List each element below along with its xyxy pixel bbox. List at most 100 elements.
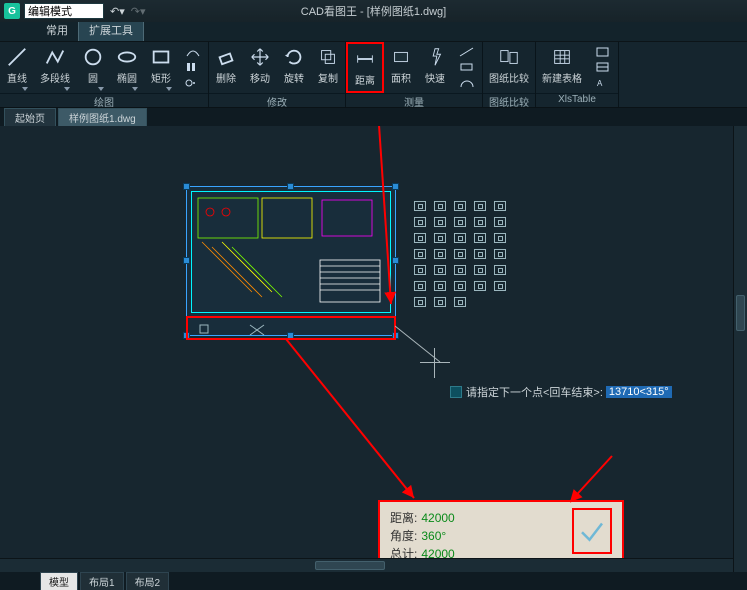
- distance-icon: [354, 48, 376, 70]
- ribbon-group-draw: 直线 多段线 圆 椭圆 矩形 绘图: [0, 42, 209, 107]
- polyline-icon: [44, 46, 66, 68]
- xls-mini-1-icon[interactable]: [594, 45, 612, 59]
- grip-tm[interactable]: [287, 183, 294, 190]
- move-button[interactable]: 移动: [243, 42, 277, 93]
- ellipse-button[interactable]: 椭圆: [110, 42, 144, 93]
- table-icon: [551, 46, 573, 68]
- app-logo-icon: G: [4, 3, 20, 19]
- measure-mini-1-icon[interactable]: [458, 45, 476, 59]
- measure-mini-2-icon[interactable]: [458, 60, 476, 74]
- vertical-scrollbar[interactable]: [733, 126, 747, 572]
- compare-icon: [498, 46, 520, 68]
- layout-tab-model[interactable]: 模型: [40, 572, 78, 590]
- draw-mini-2-icon[interactable]: [184, 60, 202, 74]
- compare-button[interactable]: 图纸比较: [483, 42, 535, 93]
- redo-icon: ↷: [131, 5, 140, 18]
- ribbon-group-modify: 删除 移动 旋转 复制 修改: [209, 42, 346, 107]
- check-icon: [577, 516, 607, 546]
- grip-ml[interactable]: [183, 257, 190, 264]
- line-label: 直线: [7, 70, 27, 85]
- menu-bar: 常用 扩展工具: [0, 22, 747, 42]
- distance-key: 距离:: [390, 511, 417, 525]
- xls-mini-col: A: [588, 42, 618, 93]
- line-icon: [6, 46, 28, 68]
- layout-tab-1[interactable]: 布局1: [80, 572, 124, 590]
- highlight-measure-line: [186, 316, 396, 340]
- command-prompt: 请指定下一个点<回车结束>: 13710<315°: [450, 384, 672, 400]
- title-bar: G ↶▾ ↷▾ CAD看图王 - [样例图纸1.dwg]: [0, 0, 747, 22]
- rect-label: 矩形: [151, 70, 171, 85]
- layout-tab-bar: 模型 布局1 布局2: [0, 572, 747, 590]
- confirm-button[interactable]: [572, 508, 612, 554]
- xls-mini-3-icon[interactable]: A: [594, 76, 612, 90]
- doc-tab-sample[interactable]: 样例图纸1.dwg: [58, 108, 147, 126]
- window-title: CAD看图王 - [样例图纸1.dwg]: [301, 3, 446, 19]
- angle-key: 角度:: [390, 529, 417, 543]
- group-label-draw: 绘图: [0, 93, 208, 107]
- ribbon: 直线 多段线 圆 椭圆 矩形 绘图: [0, 42, 747, 108]
- erase-label: 删除: [216, 70, 236, 85]
- drawing-content-icon: [192, 192, 390, 312]
- grip-tr[interactable]: [392, 183, 399, 190]
- v-scroll-thumb[interactable]: [736, 295, 745, 331]
- angle-value: 360°: [421, 529, 446, 543]
- erase-button[interactable]: 删除: [209, 42, 243, 93]
- rotate-label: 旋转: [284, 70, 304, 85]
- group-label-compare: 图纸比较: [483, 93, 535, 107]
- draw-mini-3-icon[interactable]: [184, 76, 202, 90]
- grip-mr[interactable]: [392, 257, 399, 264]
- grip-tl[interactable]: [183, 183, 190, 190]
- rubberband-line-icon: [395, 314, 455, 374]
- draw-mini-col: [178, 42, 208, 93]
- quick-label: 快速: [425, 70, 445, 85]
- measure-result-panel: 距离:42000 角度:360° 总计:42000: [378, 500, 624, 562]
- prompt-icon: [450, 386, 462, 398]
- rotate-button[interactable]: 旋转: [277, 42, 311, 93]
- measure-mini-3-icon[interactable]: [458, 76, 476, 90]
- quick-icon: [424, 46, 446, 68]
- layout-tab-2[interactable]: 布局2: [126, 572, 170, 590]
- ribbon-group-xlstable: 新建表格 A XlsTable: [536, 42, 619, 107]
- menu-tab-common[interactable]: 常用: [36, 19, 78, 41]
- prompt-value[interactable]: 13710<315°: [606, 386, 672, 398]
- drawing-frame: [191, 191, 391, 313]
- h-scroll-thumb[interactable]: [315, 561, 385, 570]
- mode-combobox[interactable]: [24, 3, 104, 19]
- selection-rect: [186, 186, 396, 336]
- draw-mini-1-icon[interactable]: [184, 45, 202, 59]
- ellipse-icon: [116, 46, 138, 68]
- horizontal-scrollbar[interactable]: [0, 558, 733, 572]
- polyline-button[interactable]: 多段线: [34, 42, 76, 93]
- redo-button[interactable]: ↷▾: [131, 5, 146, 18]
- ellipse-label: 椭圆: [117, 70, 137, 85]
- group-label-measure: 测量: [346, 93, 482, 107]
- new-table-button[interactable]: 新建表格: [536, 42, 588, 93]
- circle-label: 圆: [88, 70, 98, 85]
- doc-tab-start[interactable]: 起始页: [4, 108, 56, 126]
- area-button[interactable]: 面积: [384, 42, 418, 93]
- prompt-text: 请指定下一个点<回车结束>:: [466, 384, 603, 400]
- xls-mini-2-icon[interactable]: [594, 60, 612, 74]
- drawing-canvas[interactable]: 请指定下一个点<回车结束>: 13710<315° 距离:42000 角度:36…: [0, 126, 747, 572]
- svg-text:A: A: [597, 79, 603, 88]
- erase-icon: [215, 46, 237, 68]
- group-label-modify: 修改: [209, 93, 345, 107]
- distance-label: 距离: [355, 72, 375, 87]
- ribbon-group-compare: 图纸比较 图纸比较: [483, 42, 536, 107]
- quick-button[interactable]: 快速: [418, 42, 452, 93]
- circle-button[interactable]: 圆: [76, 42, 110, 93]
- area-icon: [390, 46, 412, 68]
- block-grid: [410, 198, 510, 310]
- undo-button[interactable]: ↶▾: [110, 5, 125, 18]
- line-button[interactable]: 直线: [0, 42, 34, 93]
- rect-button[interactable]: 矩形: [144, 42, 178, 93]
- rect-icon: [150, 46, 172, 68]
- polyline-label: 多段线: [40, 70, 70, 85]
- group-label-xlstable: XlsTable: [536, 93, 618, 107]
- compare-label: 图纸比较: [489, 70, 529, 85]
- area-label: 面积: [391, 70, 411, 85]
- distance-button[interactable]: 距离: [346, 42, 384, 93]
- rotate-icon: [283, 46, 305, 68]
- measure-mini-col: [452, 42, 482, 93]
- copy-button[interactable]: 复制: [311, 42, 345, 93]
